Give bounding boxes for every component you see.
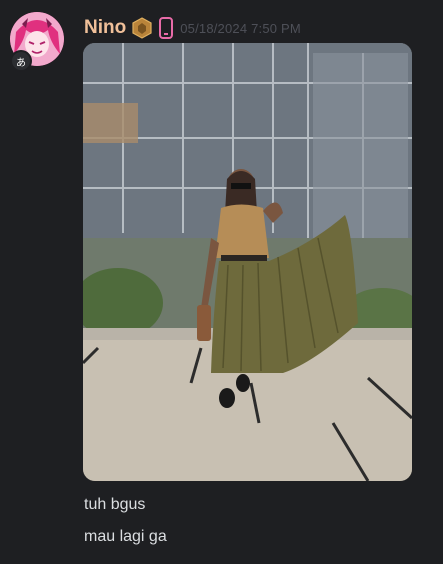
username[interactable]: Nino [84,17,126,39]
hexagon-badge-icon[interactable] [132,17,152,39]
message-header: Nino 05/18/2024 7:50 PM [84,16,301,40]
photo-attachment [83,43,412,481]
avatar-status-badge: あ [10,50,32,72]
message-text-line: tuh bgus [84,496,146,513]
message-text-line: mau lagi ga [84,528,167,545]
message-timestamp: 05/18/2024 7:50 PM [180,20,301,36]
image-attachment[interactable] [83,43,412,481]
chat-message: あ Nino 05/18/2024 7:50 PM tuh bgus mau l… [0,0,443,564]
mobile-phone-icon [159,17,174,39]
